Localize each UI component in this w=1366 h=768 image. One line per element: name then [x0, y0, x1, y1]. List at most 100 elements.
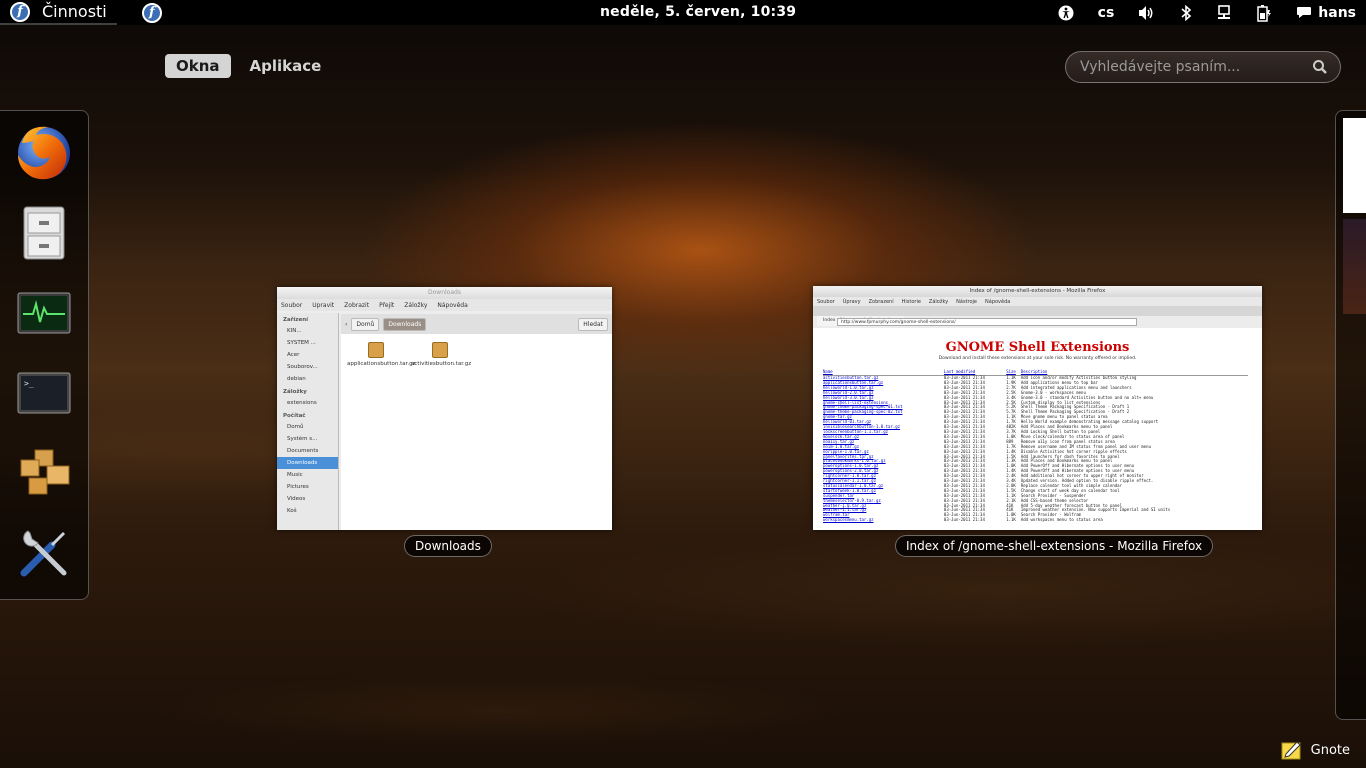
- sidebar-header: Zařízení: [283, 317, 309, 323]
- workspace-thumbnail-1[interactable]: [1343, 118, 1366, 213]
- user-menu[interactable]: hans: [1284, 0, 1356, 25]
- status-area: cs hans: [1046, 0, 1356, 25]
- file-cabinet-icon[interactable]: [12, 201, 76, 265]
- back-arrow-icon: ‹: [345, 320, 348, 328]
- menu-item: Historie: [901, 298, 921, 305]
- dash: >_: [0, 110, 89, 600]
- file-item: activitiesbutton.tar.gz: [411, 342, 472, 367]
- path-crumb: Domů: [351, 317, 380, 331]
- clock[interactable]: neděle, 5. červen, 10:39: [600, 4, 796, 20]
- table-cell: workspacesmenu.tar.gz: [823, 517, 874, 523]
- window-firefox[interactable]: Index of /gnome-shell-extensions - Mozil…: [813, 286, 1262, 530]
- menu-item: Soubor: [817, 298, 835, 305]
- sidebar-item: Documents: [287, 448, 319, 454]
- menu-item: Nápověda: [437, 301, 468, 309]
- menu-item: Nástroje: [956, 298, 978, 305]
- file-name: activitiesbutton.tar.gz: [411, 361, 472, 367]
- sidebar: Zařízení KIN... SYSTEM ... Acer Souborov…: [277, 313, 339, 530]
- search-input[interactable]: [1080, 59, 1312, 75]
- sidebar-item: KIN...: [287, 328, 302, 334]
- accessibility-icon[interactable]: [1046, 0, 1086, 25]
- chat-bubble-icon: [1297, 6, 1312, 18]
- web-page: GNOME Shell Extensions Download and inst…: [813, 330, 1262, 530]
- sidebar-item: Videos: [287, 496, 306, 502]
- menu-item: Úpravy: [842, 298, 861, 305]
- sidebar-item: extensions: [287, 400, 317, 406]
- table-cell: 03-Jun-2011 21:34: [943, 517, 985, 523]
- sidebar-item: Acer: [287, 352, 300, 358]
- sidebar-item: Souborov...: [287, 364, 318, 370]
- system-monitor-icon[interactable]: [12, 281, 76, 345]
- packages-icon[interactable]: [12, 441, 76, 505]
- menu-item: Záložky: [404, 301, 428, 309]
- notification-tray-item[interactable]: Gnote: [1281, 740, 1350, 760]
- sidebar-header: Záložky: [283, 389, 307, 395]
- volume-icon[interactable]: [1126, 0, 1168, 25]
- firefox-icon[interactable]: [12, 121, 76, 185]
- menu-item: Přejít: [379, 301, 395, 309]
- menu-item: Upravit: [312, 301, 335, 309]
- file-index-table: Name Last modified Size Description acti…: [823, 369, 1248, 523]
- sidebar-item: Domů: [287, 424, 304, 430]
- activities-label: Činnosti: [42, 2, 107, 21]
- table-cell: 1.1K: [1006, 517, 1016, 523]
- battery-icon[interactable]: [1244, 0, 1284, 25]
- navigation-bar: http://www.fpmurphy.com/gnome-shell-exte…: [813, 316, 1262, 328]
- gnote-icon: [1281, 741, 1301, 760]
- tools-icon[interactable]: [12, 521, 76, 585]
- package-icon: [432, 342, 448, 358]
- keyboard-layout[interactable]: cs: [1086, 0, 1127, 25]
- svg-text:>_: >_: [24, 379, 34, 388]
- top-panel: f Činnosti f neděle, 5. červen, 10:39 cs…: [0, 0, 1366, 25]
- tab-bar: Index of /gnome-shell-extensions: [813, 306, 1262, 326]
- file-name: applicationsbutton.tar.gz: [347, 361, 416, 367]
- file-item: applicationsbutton.tar.gz: [347, 342, 416, 367]
- path-crumb: Downloads: [383, 317, 427, 331]
- workspace-switcher: [1335, 110, 1366, 720]
- bluetooth-icon[interactable]: [1168, 0, 1204, 25]
- tab-windows[interactable]: Okna: [165, 54, 231, 78]
- menu-item: Záložky: [928, 298, 949, 305]
- terminal-icon[interactable]: >_: [12, 361, 76, 425]
- workspace-thumbnail-2[interactable]: [1343, 219, 1366, 314]
- sidebar-item: Systém s...: [287, 436, 318, 442]
- table-cell: Add workspaces menu to status area: [1020, 517, 1103, 523]
- menubar: Soubor Úpravy Zobrazení Historie Záložky…: [813, 297, 1262, 306]
- app-menu-icon[interactable]: f: [141, 2, 162, 23]
- sidebar-item: Music: [287, 472, 303, 478]
- menu-item: Zobrazit: [344, 301, 370, 309]
- tab-applications[interactable]: Aplikace: [239, 54, 333, 78]
- user-name: hans: [1318, 4, 1356, 21]
- notification-app-name: Gnote: [1310, 742, 1350, 758]
- window-caption-firefox[interactable]: Index of /gnome-shell-extensions - Mozil…: [895, 535, 1214, 557]
- menubar: Soubor Upravit Zobrazit Přejít Záložky N…: [277, 299, 612, 311]
- sidebar-item: Koš: [287, 508, 297, 514]
- window-title: Downloads: [277, 287, 612, 299]
- sidebar-header: Počítač: [283, 413, 306, 419]
- activities-button[interactable]: f Činnosti: [0, 0, 117, 25]
- window-caption-downloads[interactable]: Downloads: [404, 535, 492, 557]
- url-bar: http://www.fpmurphy.com/gnome-shell-exte…: [837, 318, 1137, 326]
- table-row: workspacesmenu.tar.gz 03-Jun-2011 21:34 1.…: [823, 517, 1248, 523]
- table-body: activitiesbutton.tar.gz 03-Jun-2011 21:34…: [823, 375, 1248, 524]
- window-title: Index of /gnome-shell-extensions - Mozil…: [813, 286, 1262, 297]
- menu-item: Soubor: [281, 301, 303, 309]
- path-bar: ‹ Domů Downloads Hledat: [341, 314, 612, 334]
- sidebar-item: Downloads: [277, 457, 338, 469]
- network-icon[interactable]: [1204, 0, 1244, 25]
- search-box[interactable]: [1065, 51, 1341, 83]
- menu-item: Zobrazení: [868, 298, 894, 305]
- page-subheading: Download and install these extensions at…: [938, 356, 1137, 361]
- fedora-logo-icon: f: [10, 1, 30, 22]
- package-icon: [368, 342, 384, 358]
- window-downloads[interactable]: Downloads Soubor Upravit Zobrazit Přejít…: [277, 287, 612, 530]
- sidebar-item: Pictures: [287, 484, 309, 490]
- search-icon: [1313, 60, 1327, 74]
- file-view: applicationsbutton.tar.gz activitiesbutt…: [341, 334, 612, 530]
- sidebar-item: debian: [287, 376, 306, 382]
- view-selector: Okna Aplikace: [165, 54, 332, 78]
- menu-item: Nápověda: [985, 298, 1011, 305]
- page-heading: GNOME Shell Extensions: [945, 340, 1130, 355]
- sidebar-item: SYSTEM ...: [287, 340, 316, 346]
- search-button: Hledat: [578, 317, 608, 331]
